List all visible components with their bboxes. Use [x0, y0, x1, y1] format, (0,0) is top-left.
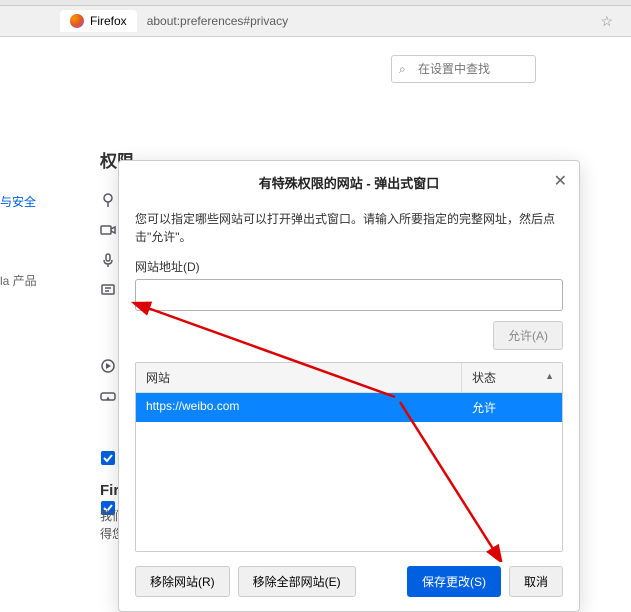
tab-label-text: Firefox: [90, 14, 127, 28]
popup-exceptions-dialog: 有特殊权限的网站 - 弹出式窗口 ✕ 您可以指定哪些网站可以打开弹出式窗口。请输…: [118, 160, 580, 612]
column-header-site[interactable]: 网站: [136, 363, 462, 392]
cancel-button[interactable]: 取消: [509, 566, 563, 597]
browser-tab-bar: Firefox about:preferences#privacy ☆: [0, 6, 631, 37]
allow-button[interactable]: 允许(A): [493, 321, 563, 350]
remove-site-button[interactable]: 移除网站(R): [135, 566, 230, 597]
dialog-title: 有特殊权限的网站 - 弹出式窗口: [259, 173, 440, 192]
sort-arrow-icon: ▲: [545, 371, 554, 381]
column-header-status[interactable]: 状态 ▲: [462, 363, 562, 392]
table-row[interactable]: https://weibo.com 允许: [136, 393, 562, 422]
save-changes-button[interactable]: 保存更改(S): [407, 566, 501, 597]
address-bar[interactable]: about:preferences#privacy: [147, 14, 601, 28]
close-icon[interactable]: ✕: [554, 171, 567, 191]
row-status: 允许: [462, 393, 562, 422]
exceptions-table: 网站 状态 ▲ https://weibo.com 允许: [135, 362, 563, 552]
remove-all-sites-button[interactable]: 移除全部网站(E): [238, 566, 356, 597]
dialog-description: 您可以指定哪些网站可以打开弹出式窗口。请输入所要指定的完整网址，然后点击"允许"…: [135, 210, 563, 246]
url-field-label: 网站地址(D): [135, 258, 563, 275]
firefox-icon: [70, 14, 84, 28]
active-tab[interactable]: Firefox: [60, 10, 137, 32]
website-url-input[interactable]: [135, 279, 563, 311]
bookmark-star-icon[interactable]: ☆: [600, 13, 613, 30]
row-site: https://weibo.com: [136, 393, 462, 422]
